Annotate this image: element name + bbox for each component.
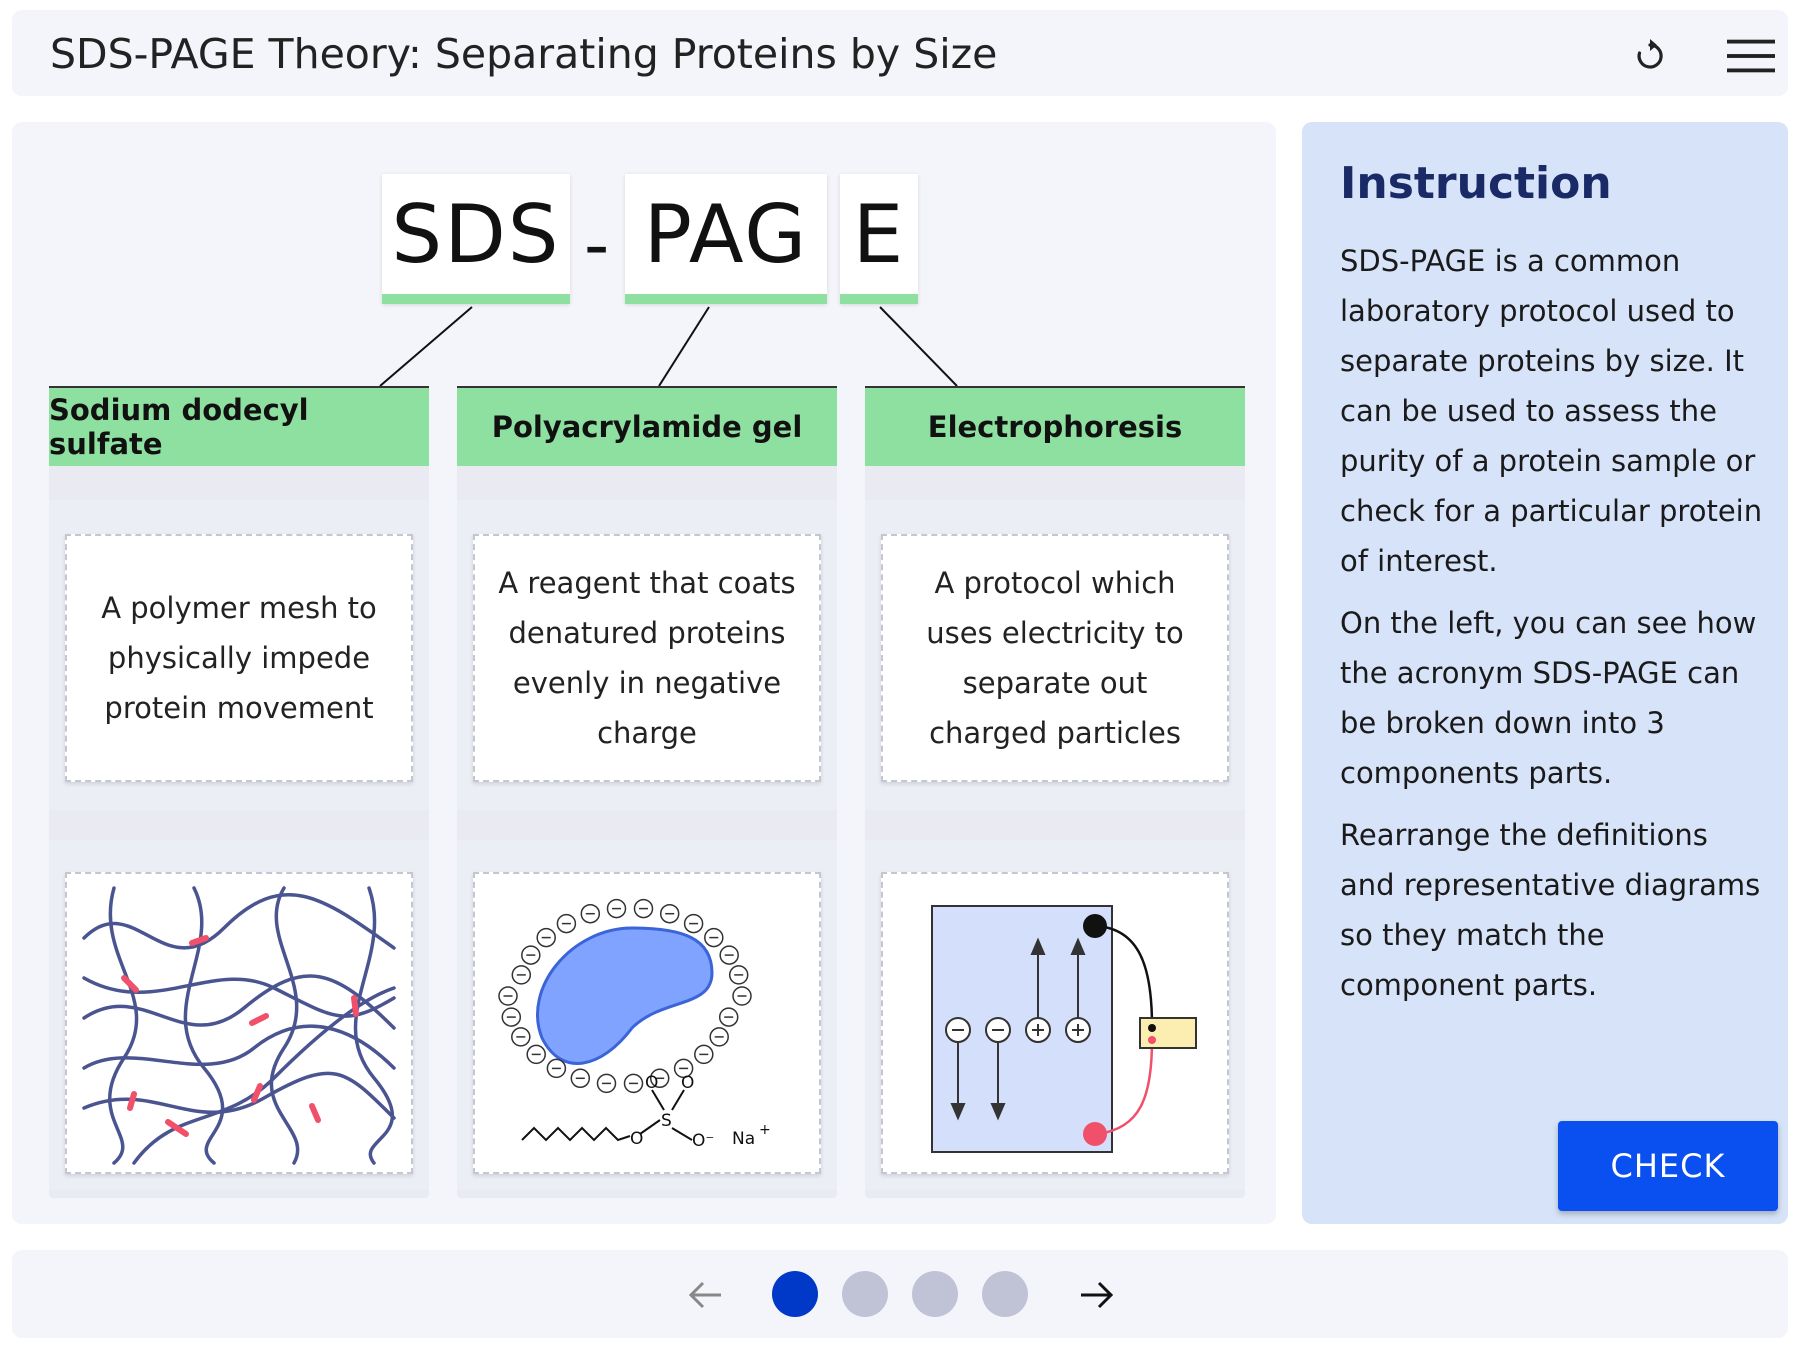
column-sds: Sodium dodecyl sulfate A polymer mesh to… xyxy=(49,386,429,1198)
reset-button[interactable] xyxy=(1626,32,1674,80)
polymer-mesh-diagram xyxy=(82,886,396,1165)
definition-card[interactable]: A polymer mesh to physically impede prot… xyxy=(65,534,413,782)
column-header: Polyacrylamide gel xyxy=(457,386,837,466)
diagram-card[interactable] xyxy=(65,872,413,1174)
page-dot-1[interactable] xyxy=(772,1271,818,1317)
acronym-dash: - xyxy=(584,204,610,286)
definition-card[interactable]: A protocol which uses electricity to sep… xyxy=(881,534,1229,782)
oxygen-minus-label: O⁻ xyxy=(692,1131,714,1151)
column-electrophoresis: Electrophoresis A protocol which uses el… xyxy=(865,386,1245,1198)
arrow-right-icon xyxy=(1081,1281,1114,1309)
instruction-paragraph: Rearrange the definitions and representa… xyxy=(1340,818,1761,1002)
definition-card[interactable]: A reagent that coats denatured proteins … xyxy=(473,534,821,782)
previous-button[interactable] xyxy=(680,1270,730,1320)
instruction-panel: Instruction SDS-PAGE is a common laborat… xyxy=(1302,122,1788,1224)
instruction-body: SDS-PAGE is a common laboratory protocol… xyxy=(1340,236,1770,1022)
definition-text: A polymer mesh to physically impede prot… xyxy=(101,591,377,725)
column-header: Sodium dodecyl sulfate xyxy=(49,386,429,466)
acronym-part-pag: PAG xyxy=(625,174,827,304)
pagination-bar xyxy=(12,1250,1788,1338)
page-dot-3[interactable] xyxy=(912,1271,958,1317)
next-button[interactable] xyxy=(1072,1270,1122,1320)
diagram-card[interactable] xyxy=(881,872,1229,1174)
instruction-title: Instruction xyxy=(1340,158,1612,209)
definition-text: A protocol which uses electricity to sep… xyxy=(926,566,1184,750)
arrow-left-icon xyxy=(688,1281,721,1309)
menu-button[interactable] xyxy=(1727,32,1775,80)
page-dot-4[interactable] xyxy=(982,1271,1028,1317)
page-dot-2[interactable] xyxy=(842,1271,888,1317)
page-title: SDS-PAGE Theory: Separating Proteins by … xyxy=(50,30,998,78)
oxygen-label: O xyxy=(681,1073,694,1093)
column-page: Polyacrylamide gel A reagent that coats … xyxy=(457,386,837,1198)
check-button[interactable]: CHECK xyxy=(1558,1121,1778,1211)
instruction-paragraph: SDS-PAGE is a common laboratory protocol… xyxy=(1340,244,1763,578)
sulfur-label: S xyxy=(661,1111,672,1131)
sodium-label: Na xyxy=(732,1129,755,1149)
sds-coated-protein-diagram: O S O O O⁻ Na + xyxy=(498,898,771,1151)
column-header: Electrophoresis xyxy=(865,386,1245,466)
sodium-charge-label: + xyxy=(759,1122,771,1138)
matching-workspace: SDS - PAG E Sodium dodecyl sulfate A pol… xyxy=(12,122,1276,1224)
top-bar: SDS-PAGE Theory: Separating Proteins by … xyxy=(12,10,1788,96)
acronym-part-sds: SDS xyxy=(382,174,570,304)
oxygen-label: O xyxy=(630,1129,643,1149)
instruction-paragraph: On the left, you can see how the acronym… xyxy=(1340,606,1757,790)
hamburger-menu-icon xyxy=(1727,39,1775,73)
electrophoresis-circuit-diagram xyxy=(931,905,1197,1153)
acronym-part-e: E xyxy=(840,174,918,304)
reset-icon xyxy=(1637,39,1663,69)
diagram-card[interactable]: O S O O O⁻ Na + xyxy=(473,872,821,1174)
definition-text: A reagent that coats denatured proteins … xyxy=(498,566,796,750)
oxygen-label: O xyxy=(645,1073,658,1093)
